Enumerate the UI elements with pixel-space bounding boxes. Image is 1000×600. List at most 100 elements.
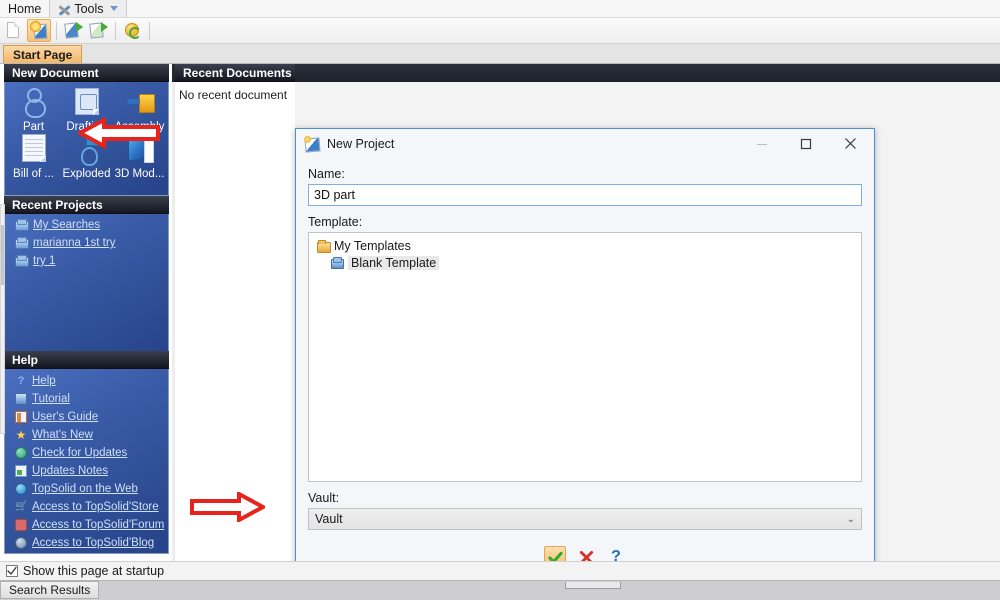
recent-documents-empty-text: No recent document xyxy=(179,88,288,102)
template-field-label: Template: xyxy=(308,215,363,229)
show-at-startup-row: Show this page at startup xyxy=(0,561,1000,580)
show-at-startup-checkbox[interactable] xyxy=(6,565,18,577)
dialog-body: Name: Template: My Templates Blank Templ… xyxy=(296,159,874,572)
vault-select-value: Vault xyxy=(315,512,343,526)
dialog-title-bar[interactable]: New Project xyxy=(296,129,874,159)
recent-project-item[interactable]: My Searches xyxy=(15,219,168,231)
open-document-button[interactable] xyxy=(61,19,85,42)
help-link-topsolid-on-the-web[interactable]: TopSolid on the Web xyxy=(32,483,138,495)
left-panel-scrollbar-thumb[interactable] xyxy=(1,225,4,285)
new-project-button[interactable] xyxy=(27,19,51,42)
recent-project-link-try-1[interactable]: try 1 xyxy=(33,255,55,267)
help-link-help[interactable]: Help xyxy=(32,375,56,387)
search-results-tab[interactable]: Search Results xyxy=(0,581,100,599)
help-item[interactable]: Tutorial xyxy=(15,393,168,405)
menu-tab-home[interactable]: Home xyxy=(0,0,49,17)
star-icon: ★ xyxy=(15,428,27,442)
tab-start-page[interactable]: Start Page xyxy=(3,45,83,63)
sun-icon xyxy=(31,22,40,31)
template-tree-item-label: My Templates xyxy=(334,239,411,253)
new-document-part[interactable]: Part xyxy=(7,86,60,133)
part-icon xyxy=(15,86,53,120)
help-link-updates-notes[interactable]: Updates Notes xyxy=(32,465,108,477)
new-document-bill-of-materials[interactable]: Bill of ... xyxy=(7,133,60,180)
left-panel-scrollbar[interactable] xyxy=(0,204,5,434)
help-item[interactable]: Updates Notes xyxy=(15,465,168,477)
new-document-drafting-label: Drafting xyxy=(66,121,107,133)
panel-new-document-header: New Document xyxy=(4,64,169,82)
panel-recent-documents-header: Recent Documents xyxy=(175,64,295,82)
help-link-access-to-topsolid-blog[interactable]: Access to TopSolid'Blog xyxy=(32,537,154,549)
recent-project-link-marianna-1st-try[interactable]: marianna 1st try xyxy=(33,237,115,249)
help-link-tutorial[interactable]: Tutorial xyxy=(32,393,70,405)
template-tree-item-my-templates[interactable]: My Templates xyxy=(317,239,861,253)
help-item[interactable]: Check for Updates xyxy=(15,447,168,459)
new-document-button[interactable] xyxy=(2,19,26,42)
blank-page-icon xyxy=(7,22,19,38)
new-document-assembly-label: Assembly xyxy=(114,121,165,133)
help-link-users-guide[interactable]: User's Guide xyxy=(32,411,98,423)
help-item[interactable]: ★ What's New xyxy=(15,429,168,441)
template-tree[interactable]: My Templates Blank Template xyxy=(308,232,862,482)
project-icon xyxy=(15,219,29,231)
refresh-button[interactable] xyxy=(120,19,144,42)
name-input[interactable] xyxy=(308,184,862,206)
vault-select[interactable]: Vault ⌄ xyxy=(308,508,862,530)
new-document-drafting[interactable]: Drafting xyxy=(60,86,113,133)
help-item[interactable]: 🛒 Access to TopSolid'Store xyxy=(15,501,168,513)
new-document-part-label: Part xyxy=(22,121,45,133)
forum-icon xyxy=(15,519,27,531)
dialog-maximize-button[interactable] xyxy=(784,129,828,158)
help-item[interactable]: Access to TopSolid'Blog xyxy=(15,537,168,549)
help-item[interactable]: ? Help xyxy=(15,375,168,387)
show-at-startup-label: Show this page at startup xyxy=(23,564,165,578)
menu-tab-tools[interactable]: Tools xyxy=(49,0,127,17)
help-link-access-to-topsolid-forum[interactable]: Access to TopSolid'Forum xyxy=(32,519,164,531)
3d-model-icon xyxy=(121,133,159,167)
content-area: New Document Part Drafting Assembly Bill… xyxy=(0,64,1000,584)
search-results-tab-label: Search Results xyxy=(9,583,91,597)
help-link-check-for-updates[interactable]: Check for Updates xyxy=(32,447,127,459)
assembly-icon xyxy=(121,86,159,120)
status-bar: Search Results xyxy=(0,580,1000,600)
new-document-grid: Part Drafting Assembly Bill of ... Explo… xyxy=(7,86,166,180)
help-item[interactable]: Access to TopSolid'Forum xyxy=(15,519,168,531)
recent-project-link-my-searches[interactable]: My Searches xyxy=(33,219,100,231)
help-item[interactable]: User's Guide xyxy=(15,411,168,423)
chevron-down-icon[interactable]: ⌄ xyxy=(847,514,855,525)
template-icon xyxy=(331,257,344,269)
status-bar-grip[interactable] xyxy=(565,582,621,589)
panel-recent-projects-title: Recent Projects xyxy=(12,197,103,212)
application-window: Home Tools Start Page New Document Part … xyxy=(0,0,1000,600)
bill-of-materials-icon xyxy=(15,133,53,167)
toolbar-separator-3 xyxy=(149,21,150,40)
blog-icon xyxy=(15,537,27,549)
help-link-access-to-topsolid-store[interactable]: Access to TopSolid'Store xyxy=(32,501,159,513)
new-document-assembly[interactable]: Assembly xyxy=(113,86,166,133)
recycle-icon xyxy=(125,23,141,39)
dialog-close-button[interactable] xyxy=(828,129,872,158)
panel-help-title: Help xyxy=(12,352,39,367)
new-document-3d-model[interactable]: 3D Mod... xyxy=(113,133,166,180)
globe-refresh-icon xyxy=(15,447,27,459)
green-arrow-icon-2 xyxy=(101,22,108,32)
panel-help-header: Help xyxy=(4,351,169,369)
template-tree-item-blank-template[interactable]: Blank Template xyxy=(317,256,861,270)
panel-new-document-body: Part Drafting Assembly Bill of ... Explo… xyxy=(4,82,169,196)
dialog-minimize-button[interactable] xyxy=(740,129,784,158)
question-mark-icon: ? xyxy=(17,375,25,387)
exploded-view-icon xyxy=(68,133,106,167)
help-link-whats-new[interactable]: What's New xyxy=(32,429,93,441)
recent-project-item[interactable]: try 1 xyxy=(15,255,168,267)
toolbar-separator-2 xyxy=(115,21,116,40)
web-globe-icon xyxy=(15,483,27,495)
recent-project-item[interactable]: marianna 1st try xyxy=(15,237,168,249)
chevron-down-icon[interactable] xyxy=(109,6,118,11)
help-item[interactable]: TopSolid on the Web xyxy=(15,483,168,495)
menu-tab-tools-label: Tools xyxy=(74,1,104,16)
open-project-button[interactable] xyxy=(86,19,110,42)
menu-tab-home-label: Home xyxy=(8,1,42,16)
dialog-title-text: New Project xyxy=(327,136,395,151)
new-document-exploded[interactable]: Exploded xyxy=(60,133,113,180)
template-tree-item-label: Blank Template xyxy=(348,256,440,270)
